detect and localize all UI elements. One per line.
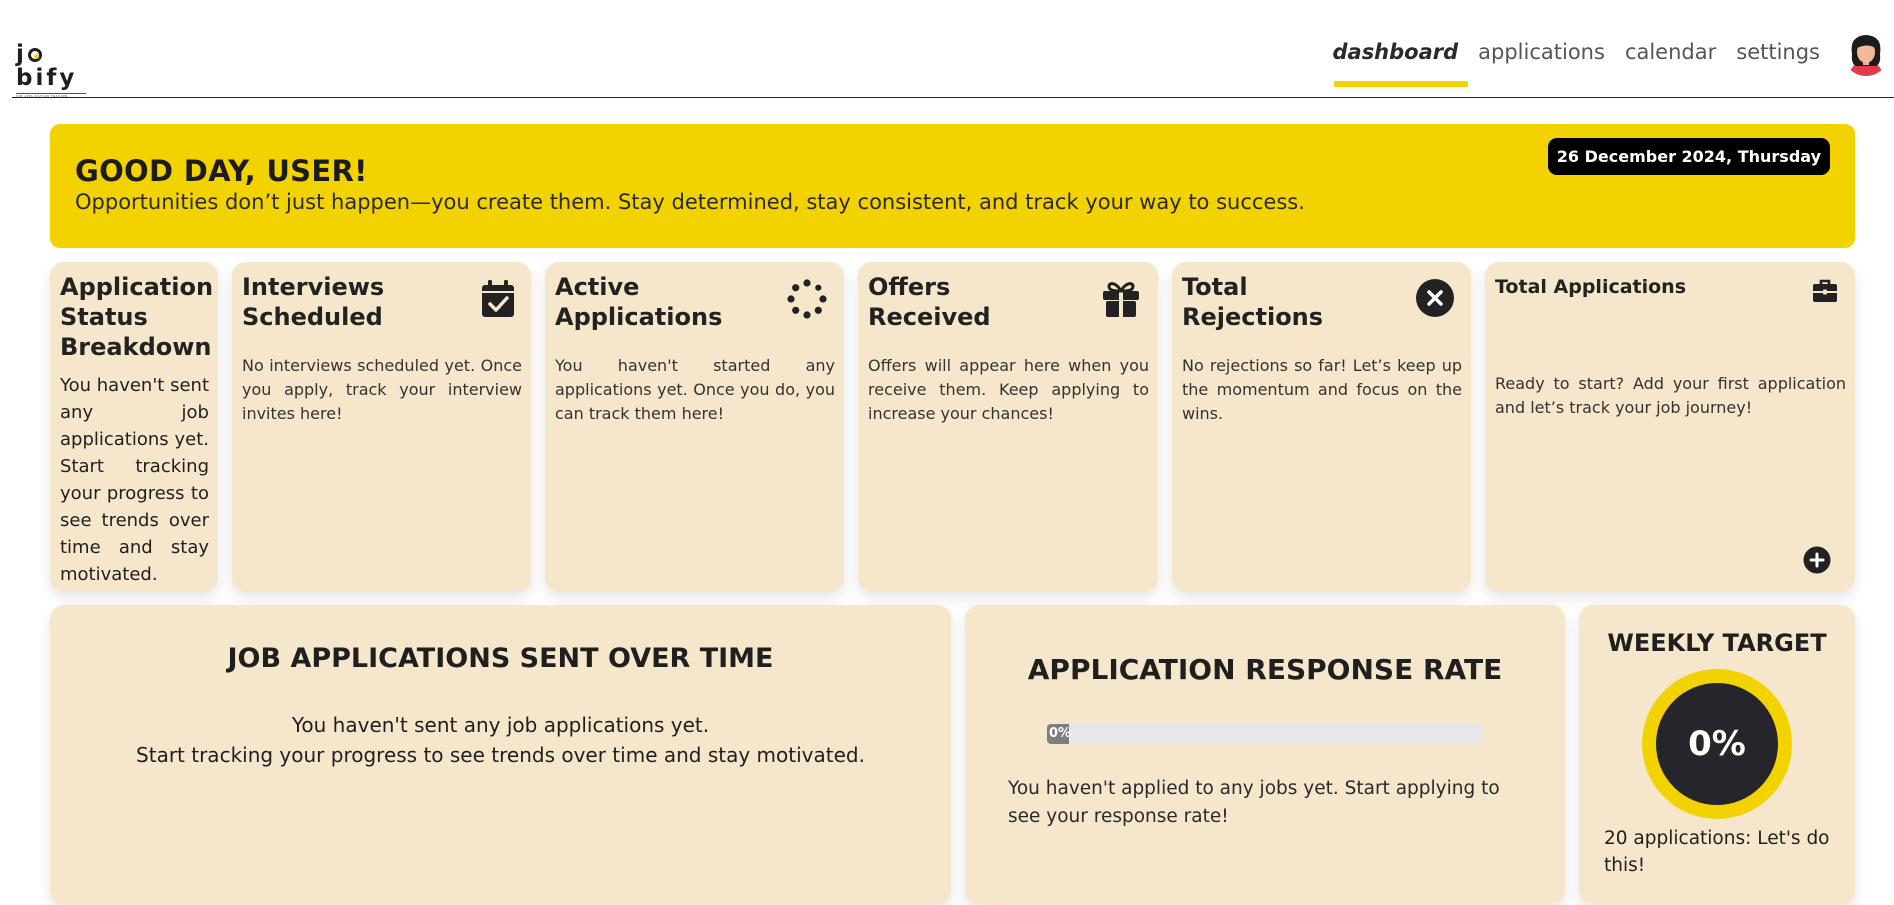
spinner-icon xyxy=(785,277,829,325)
weekly-target-percent: 0% xyxy=(1656,683,1778,805)
interviews-body: No interviews scheduled yet. Once you ap… xyxy=(242,356,522,423)
plus-circle-icon[interactable] xyxy=(1803,546,1831,578)
status-breakdown-card: Application Status Breakdown You haven't… xyxy=(50,262,218,592)
over-time-line2: Start tracking your progress to see tren… xyxy=(136,743,865,767)
nav-link-calendar[interactable]: calendar xyxy=(1625,40,1716,64)
response-rate-progress-fill: 0% xyxy=(1047,724,1071,744)
weekly-target-ring: 0% xyxy=(1642,669,1792,819)
greeting-subtitle: Opportunities don’t just happen—you crea… xyxy=(75,190,1305,214)
nav-link-settings[interactable]: settings xyxy=(1736,40,1820,64)
active-tab-indicator xyxy=(1334,81,1468,87)
status-breakdown-title: Application Status Breakdown xyxy=(60,273,214,361)
nav-links: dashboard applications calendar settings xyxy=(1312,40,1820,64)
active-applications-card: Active Applications You haven't started … xyxy=(545,262,844,592)
active-applications-title: Active Applications xyxy=(555,273,723,331)
nav-link-applications[interactable]: applications xyxy=(1478,40,1605,64)
status-breakdown-body: You haven't sent any job applications ye… xyxy=(60,375,209,585)
weekly-target-title: WEEKLY TARGET xyxy=(1607,629,1827,657)
offers-title: Offers Received xyxy=(868,273,991,331)
x-circle-icon xyxy=(1415,278,1455,322)
top-nav: jbify JOB APPLICATION TRACKER dashboard … xyxy=(0,0,1894,98)
applications-over-time-panel: JOB APPLICATIONS SENT OVER TIME You have… xyxy=(50,605,951,905)
total-applications-card: Total Applications Ready to start? Add y… xyxy=(1485,262,1855,592)
jobify-logo[interactable]: jbify JOB APPLICATION TRACKER xyxy=(16,42,98,98)
gift-icon xyxy=(1101,278,1141,322)
weekly-target-message: 20 applications: Let's do this! xyxy=(1604,828,1830,876)
rejections-title: Total Rejections xyxy=(1182,273,1324,331)
briefcase-icon xyxy=(1812,279,1838,307)
response-rate-message: You haven't applied to any jobs yet. Sta… xyxy=(1008,778,1500,827)
offers-card: Offers Received Offers will appear here … xyxy=(858,262,1158,592)
over-time-title: JOB APPLICATIONS SENT OVER TIME xyxy=(227,643,774,674)
rejections-body: No rejections so far! Let’s keep up the … xyxy=(1182,356,1462,423)
offers-body: Offers will appear here when you receive… xyxy=(868,356,1149,423)
response-rate-title: APPLICATION RESPONSE RATE xyxy=(1027,653,1503,686)
over-time-message: You haven't sent any job applications ye… xyxy=(50,710,951,770)
user-avatar[interactable] xyxy=(1843,30,1889,76)
interviews-title: Interviews Scheduled xyxy=(242,273,385,331)
rejections-card: Total Rejections No rejections so far! L… xyxy=(1172,262,1471,592)
calendar-check-icon xyxy=(480,279,516,323)
greeting-banner: GOOD DAY, USER! Opportunities don’t just… xyxy=(50,124,1855,248)
interviews-card: Interviews Scheduled No interviews sched… xyxy=(232,262,531,592)
total-applications-title: Total Applications xyxy=(1495,276,1687,298)
date-badge: 26 December 2024, Thursday xyxy=(1547,138,1830,175)
over-time-line1: You haven't sent any job applications ye… xyxy=(291,713,710,737)
total-applications-body: Ready to start? Add your first applicati… xyxy=(1495,374,1846,417)
response-rate-progress: 0% xyxy=(1047,724,1482,744)
active-applications-body: You haven't started any applications yet… xyxy=(555,356,835,423)
response-rate-panel: APPLICATION RESPONSE RATE You haven't ap… xyxy=(965,605,1565,905)
greeting-title: GOOD DAY, USER! xyxy=(75,154,368,188)
nav-divider xyxy=(12,97,1894,98)
nav-link-dashboard[interactable]: dashboard xyxy=(1332,40,1458,64)
